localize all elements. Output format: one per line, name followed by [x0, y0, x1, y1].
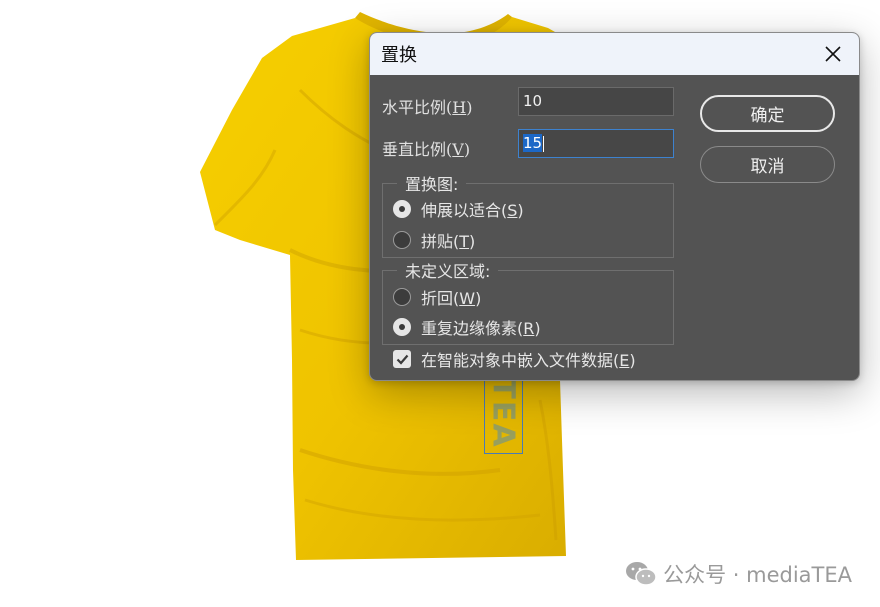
- vertical-scale-label-text: 垂直比例(: [382, 140, 453, 159]
- displace-dialog: 置换 水平比例(H) 10 垂直比例(V) 15 确定 取消 置换图: 伸展以适…: [369, 32, 860, 381]
- horizontal-scale-label: 水平比例(H): [382, 94, 472, 118]
- close-button[interactable]: [819, 40, 847, 68]
- cancel-button-label: 取消: [750, 157, 785, 177]
- radio-stretch-indicator[interactable]: [393, 200, 411, 218]
- horizontal-scale-value: 10: [523, 92, 543, 110]
- repeat-suffix: ): [534, 319, 541, 338]
- text-layer-selection[interactable]: TEA: [484, 372, 523, 454]
- cancel-button[interactable]: 取消: [700, 146, 835, 183]
- radio-wrap-around[interactable]: 折回(W): [393, 285, 481, 309]
- dialog-title: 置换: [381, 45, 417, 66]
- vertical-scale-suffix: ): [463, 140, 471, 159]
- vertical-scale-input[interactable]: 15: [518, 129, 674, 158]
- tile-hotkey: T: [459, 232, 470, 251]
- embed-data-checkbox-row[interactable]: 在智能对象中嵌入文件数据(E): [393, 347, 636, 371]
- repeat-hotkey: R: [523, 319, 535, 338]
- checkmark-icon: [396, 354, 408, 365]
- ok-button[interactable]: 确定: [700, 95, 835, 132]
- radio-repeat-indicator[interactable]: [393, 318, 411, 336]
- close-icon: [825, 46, 841, 62]
- radio-tile[interactable]: 拼贴(T): [393, 228, 475, 252]
- displacement-map-legend: 置换图:: [405, 175, 459, 194]
- radio-wrap-indicator[interactable]: [393, 288, 411, 306]
- text-layer-text: TEA: [486, 377, 521, 449]
- ok-button-label: 确定: [750, 106, 785, 126]
- radio-stretch-to-fit[interactable]: 伸展以适合(S): [393, 197, 524, 221]
- stretch-hotkey: S: [507, 201, 518, 220]
- watermark: 公众号 · mediaTEA: [625, 559, 852, 589]
- tile-label: 拼贴(: [421, 232, 460, 251]
- tile-suffix: ): [469, 232, 476, 251]
- vertical-scale-value: 15: [523, 134, 543, 152]
- horizontal-scale-input[interactable]: 10: [518, 87, 674, 116]
- repeat-label: 重复边缘像素(: [421, 319, 524, 338]
- wechat-icon: [626, 562, 657, 586]
- horizontal-scale-label-text: 水平比例(: [382, 98, 453, 117]
- embed-data-checkbox[interactable]: [393, 350, 411, 368]
- wrap-suffix: ): [475, 289, 482, 308]
- radio-tile-indicator[interactable]: [393, 231, 411, 249]
- stretch-suffix: ): [517, 201, 524, 220]
- watermark-text: 公众号 · mediaTEA: [663, 563, 852, 587]
- undefined-areas-legend: 未定义区域:: [405, 262, 491, 281]
- text-caret: [543, 135, 545, 152]
- stretch-label: 伸展以适合(: [421, 201, 508, 220]
- radio-repeat-edge-pixels[interactable]: 重复边缘像素(R): [393, 315, 541, 339]
- wrap-hotkey: W: [459, 289, 476, 308]
- horizontal-scale-suffix: ): [466, 98, 473, 117]
- vertical-scale-label: 垂直比例(V): [382, 136, 470, 160]
- embed-data-hotkey: E: [619, 351, 630, 370]
- dialog-titlebar[interactable]: 置换: [370, 33, 859, 75]
- horizontal-scale-hotkey: H: [452, 98, 467, 117]
- wrap-label: 折回(: [421, 289, 460, 308]
- embed-data-label: 在智能对象中嵌入文件数据(: [421, 351, 620, 370]
- vertical-scale-hotkey: V: [452, 140, 464, 159]
- embed-data-suffix: ): [629, 351, 636, 370]
